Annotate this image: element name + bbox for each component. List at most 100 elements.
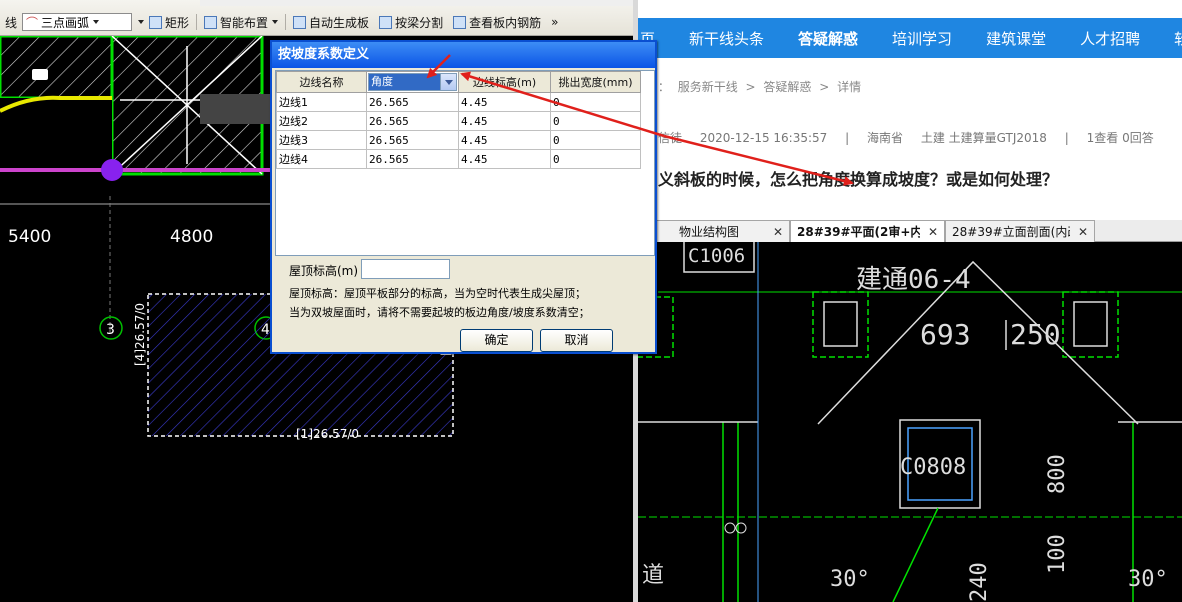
close-icon[interactable]: ✕ <box>773 225 783 239</box>
cell-elev[interactable]: 4.45 <box>458 92 551 112</box>
tab-elevation[interactable]: 28#39#立面剖面(内改… ✕ <box>945 220 1095 242</box>
split-icon <box>379 15 393 29</box>
angle-mode-select[interactable]: 角度 <box>368 73 457 91</box>
breadcrumb-sep: > <box>745 80 756 94</box>
roof-elevation-label: 屋顶标高(m) <box>289 264 359 278</box>
cell-elev[interactable]: 4.45 <box>458 111 551 131</box>
close-icon[interactable]: ✕ <box>928 225 938 239</box>
dim-100: 100 <box>1045 534 1070 574</box>
slope-label-bottom: [1]26.57/0 <box>296 427 359 441</box>
toolbar-top-strip <box>200 0 633 6</box>
cell-edge-name[interactable]: 边线1 <box>276 92 367 112</box>
arc-mode-combo[interactable]: ⌒ 三点画弧 <box>22 13 133 31</box>
cad-tab-strip: 物业结构图 ✕ 28#39#平面(2审+内改· ✕ 28#39#立面剖面(内改… ✕ <box>638 220 1182 242</box>
hint-line-1: 屋顶标高：屋顶平板部分的标高，当为空时代表生成尖屋顶； <box>289 287 586 300</box>
roof-elevation-hint: 屋顶标高：屋顶平板部分的标高，当为空时代表生成尖屋顶； 当为双坡屋面时，请将不需… <box>289 284 649 322</box>
tag-jiantong: 建通06-4 <box>856 265 971 295</box>
nav-item-training[interactable]: 培训学习 <box>875 28 969 49</box>
cell-overhang[interactable]: 0 <box>550 149 641 169</box>
chevron-down-icon <box>93 20 100 24</box>
dialog-title[interactable]: 按坡度系数定义 <box>272 42 655 68</box>
roof-elevation-input[interactable] <box>361 259 450 279</box>
table-row[interactable]: 边线4 26.565 4.45 0 <box>276 149 641 169</box>
cell-angle[interactable]: 26.565 <box>366 149 459 169</box>
tag-c0808: C0808 <box>900 455 966 480</box>
nav-item-qa[interactable]: 答疑解惑 <box>781 28 875 49</box>
chevron-down-icon[interactable] <box>440 74 456 90</box>
dim-800: 800 <box>1045 454 1070 494</box>
edge-table: 边线名称 角度 边线标高(m) 挑出宽度(mm) 边线1 26.565 4.45… <box>276 71 641 169</box>
close-icon[interactable]: ✕ <box>1078 225 1088 239</box>
cell-elev[interactable]: 4.45 <box>458 149 551 169</box>
tag-c1006: C1006 <box>688 245 745 267</box>
rebar-view-icon <box>453 15 467 29</box>
post-datetime: 2020-12-15 16:35:57 <box>699 131 828 145</box>
author-name[interactable]: 信徒 <box>658 131 682 145</box>
view-slab-rebar-label: 查看板内钢筋 <box>469 15 542 30</box>
nav-item-classroom[interactable]: 建筑课堂 <box>969 28 1063 49</box>
desktop: 线 ⌒ 三点画弧 矩形 智能布置 自动生成板 按梁分割 查看板内钢筋 » 540… <box>0 0 1182 602</box>
cell-angle[interactable]: 26.565 <box>366 92 459 112</box>
rect-tool-button[interactable]: 矩形 <box>144 12 194 32</box>
col-header-overhang[interactable]: 挑出宽度(mm) <box>550 71 641 93</box>
tab-label: 28#39#立面剖面(内改… <box>952 225 1070 239</box>
breadcrumb-item-detail: 详情 <box>837 80 862 94</box>
line-tool-label: 线 <box>5 15 18 30</box>
hint-line-2: 当为双坡屋面时，请将不需要起坡的板边角度/坡度系数清空； <box>289 306 590 319</box>
nav-item-headlines[interactable]: 新干线头条 <box>672 28 781 49</box>
dim-693: 693 <box>920 318 971 351</box>
cell-edge-name[interactable]: 边线3 <box>276 130 367 150</box>
tab-label: 28#39#平面(2审+内改· <box>797 225 920 239</box>
split-by-beam-button[interactable]: 按梁分割 <box>374 12 448 32</box>
col-header-edge-name[interactable]: 边线名称 <box>276 71 367 93</box>
view-slab-rebar-button[interactable]: 查看板内钢筋 <box>448 12 546 32</box>
slab-marker <box>32 69 48 80</box>
roof-elevation-form: 屋顶标高(m) 屋顶标高：屋顶平板部分的标高，当为空时代表生成尖屋顶； 当为双坡… <box>272 256 655 352</box>
col-header-mode-select[interactable]: 角度 <box>366 71 459 93</box>
nav-item-jobs[interactable]: 人才招聘 <box>1063 28 1157 49</box>
arc-icon: ⌒ <box>26 15 39 30</box>
toolbar-separator <box>285 14 287 30</box>
auto-slab-label: 自动生成板 <box>309 15 370 30</box>
table-row[interactable]: 边线2 26.565 4.45 0 <box>276 111 641 131</box>
ok-button[interactable]: 确定 <box>460 329 533 352</box>
grid-node[interactable] <box>101 159 123 181</box>
col-header-edge-elev[interactable]: 边线标高(m) <box>458 71 551 93</box>
breadcrumb-item-qa[interactable]: 答疑解惑 <box>763 80 811 94</box>
breadcrumb-sep: ： <box>657 80 670 94</box>
grey-block <box>200 94 270 124</box>
cell-edge-name[interactable]: 边线4 <box>276 149 367 169</box>
auto-slab-icon <box>293 15 307 29</box>
toolbar-overflow-button[interactable]: » <box>546 12 563 32</box>
edge-grid: 边线名称 角度 边线标高(m) 挑出宽度(mm) 边线1 26.565 4.45… <box>275 70 655 256</box>
cell-edge-name[interactable]: 边线2 <box>276 111 367 131</box>
tab-floorplan[interactable]: 28#39#平面(2审+内改· ✕ <box>790 220 945 242</box>
line-tool-partial[interactable]: 线 <box>0 12 22 32</box>
smart-layout-button[interactable]: 智能布置 <box>199 12 283 32</box>
cell-overhang[interactable]: 0 <box>550 111 641 131</box>
slab-void <box>0 98 112 174</box>
meta-divider: | <box>1064 131 1069 145</box>
auto-slab-button[interactable]: 自动生成板 <box>288 12 374 32</box>
cell-overhang[interactable]: 0 <box>550 130 641 150</box>
cell-elev[interactable]: 4.45 <box>458 130 551 150</box>
split-by-beam-label: 按梁分割 <box>395 15 444 30</box>
tab-structure[interactable]: 物业结构图 ✕ <box>638 220 790 242</box>
angle-label-left: 30° <box>830 567 870 592</box>
table-row[interactable]: 边线3 26.565 4.45 0 <box>276 130 641 150</box>
table-row[interactable]: 边线1 26.565 4.45 0 <box>276 92 641 112</box>
cell-angle[interactable]: 26.565 <box>366 130 459 150</box>
rectangle-icon <box>149 15 163 29</box>
cell-angle[interactable]: 26.565 <box>366 111 459 131</box>
dim-240: 240 <box>967 562 992 602</box>
nav-item-software[interactable]: 软 <box>1157 28 1182 49</box>
rect-tool-label: 矩形 <box>165 15 190 30</box>
breadcrumb: 置 ： 服务新干线 > 答疑解惑 > 详情 <box>638 78 865 95</box>
cell-overhang[interactable]: 0 <box>550 92 641 112</box>
road-char: 道 <box>642 563 664 588</box>
breadcrumb-item-service[interactable]: 服务新干线 <box>678 80 738 94</box>
post-region: 海南省 <box>867 131 904 145</box>
hatched-slab-left <box>0 36 112 98</box>
cancel-button[interactable]: 取消 <box>540 329 613 352</box>
arc-combo-value: 三点画弧 <box>41 15 90 30</box>
